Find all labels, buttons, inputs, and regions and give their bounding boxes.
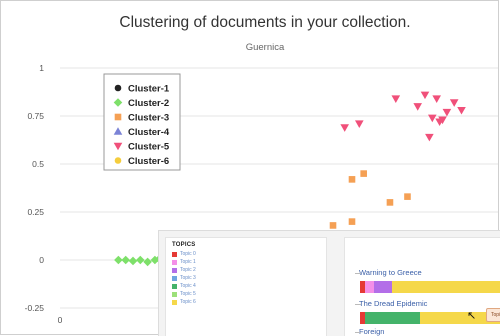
topic-label: Topic 4 xyxy=(180,283,196,289)
data-point xyxy=(348,176,356,183)
topic-segment[interactable] xyxy=(373,281,392,293)
topic-label: Topic 6 xyxy=(180,299,196,305)
document-rule xyxy=(355,304,361,305)
data-point xyxy=(391,95,401,104)
document-item[interactable]: Foreign xyxy=(355,327,384,336)
y-tick-label: -0.25 xyxy=(25,303,45,313)
topic-item[interactable]: Topic 1 xyxy=(172,258,320,266)
topic-item[interactable]: Topic 5 xyxy=(172,290,320,298)
document-title[interactable]: Foreign xyxy=(359,327,384,336)
data-point xyxy=(432,95,441,104)
document-rule xyxy=(355,273,361,274)
topic-label: Topic 0 xyxy=(180,251,196,257)
legend-item-label[interactable]: Cluster-1 xyxy=(128,84,170,95)
data-point xyxy=(457,106,466,115)
document-rule xyxy=(355,332,361,333)
legend-marker xyxy=(114,157,122,164)
topic-swatch xyxy=(172,259,177,265)
chart-legend[interactable]: Cluster-1 Cluster-2 Cluster-3 Cluster-4 Clus… xyxy=(103,73,181,171)
document-item[interactable]: Warning to Greece xyxy=(355,268,500,293)
topic-label: Topic 5 xyxy=(180,291,196,297)
topics-overlay: TOPICS Topic 0 Topic 1 Topic 2 Topic 3 Topic… xyxy=(158,230,500,336)
data-point xyxy=(348,218,356,225)
document-item[interactable]: The Dread Epidemic xyxy=(355,299,500,324)
topic-item[interactable]: Topic 4 xyxy=(172,282,320,290)
data-point xyxy=(121,255,130,265)
y-tick-label: 1 xyxy=(39,63,44,73)
topic-distribution-bar[interactable] xyxy=(360,281,500,293)
chart-subtitle: Guernica xyxy=(246,42,285,53)
y-tick-label: 0.25 xyxy=(27,207,44,217)
data-point xyxy=(360,170,367,177)
topic-label: Topic 1 xyxy=(180,259,196,265)
y-tick-label: 0.75 xyxy=(27,111,44,121)
y-tick-label: 0 xyxy=(39,255,44,265)
data-point xyxy=(404,193,411,200)
topic-distribution-bar[interactable] xyxy=(360,312,500,324)
data-point xyxy=(425,133,434,142)
topics-panel: TOPICS Topic 0 Topic 1 Topic 2 Topic 3 Topic… xyxy=(165,237,327,336)
x-tick-label: 0 xyxy=(58,315,63,325)
legend-marker xyxy=(114,84,122,92)
topic-segment[interactable] xyxy=(364,312,420,324)
data-point xyxy=(128,256,138,266)
topics-title: TOPICS xyxy=(172,242,196,248)
data-point xyxy=(449,99,459,107)
legend-item-label[interactable]: Cluster-5 xyxy=(128,142,170,153)
y-axis-ticks: 1 0.75 0.5 0.25 0 -0.25 xyxy=(25,63,45,313)
data-point xyxy=(386,199,394,206)
data-point xyxy=(428,114,437,123)
data-point xyxy=(355,120,364,128)
topic-swatch xyxy=(172,267,177,273)
legend-item-label[interactable]: Cluster-4 xyxy=(128,127,170,138)
document-title[interactable]: Warning to Greece xyxy=(359,268,422,277)
data-point xyxy=(329,222,337,229)
topic-segment[interactable] xyxy=(364,281,374,293)
topic-item[interactable]: Topic 0 xyxy=(172,250,320,258)
chart-title: Clustering of documents in your collecti… xyxy=(119,14,410,31)
document-title[interactable]: The Dread Epidemic xyxy=(359,299,427,308)
topic-item[interactable]: Topic 3 xyxy=(172,274,320,282)
topic-swatch xyxy=(172,291,177,297)
legend-item-label[interactable]: Cluster-3 xyxy=(128,113,169,124)
legend-item-label[interactable]: Cluster-6 xyxy=(128,156,169,167)
topic-segment[interactable] xyxy=(391,281,500,293)
data-point xyxy=(420,91,430,100)
documents-panel: Warning to Greece The Dread Epidemic Forei… xyxy=(344,237,500,336)
data-point xyxy=(413,103,422,111)
data-point xyxy=(136,255,145,265)
y-tick-label: 0.5 xyxy=(32,159,44,169)
legend-item-label[interactable]: Cluster-2 xyxy=(128,98,169,109)
topic-tooltip: Topic xyxy=(486,308,500,322)
topic-swatch xyxy=(172,283,177,289)
legend-marker xyxy=(114,113,122,121)
data-point xyxy=(340,124,349,132)
data-point xyxy=(442,108,452,117)
topic-swatch xyxy=(172,275,177,281)
topic-swatch xyxy=(172,299,177,305)
mouse-cursor-icon: ↖ xyxy=(467,310,477,322)
topic-item[interactable]: Topic 2 xyxy=(172,266,320,274)
topic-label: Topic 3 xyxy=(180,275,196,281)
topic-label: Topic 2 xyxy=(180,267,196,273)
topic-swatch xyxy=(172,251,177,257)
topic-list: Topic 0 Topic 1 Topic 2 Topic 3 Topic 4 Topic… xyxy=(172,250,320,306)
topic-item[interactable]: Topic 6 xyxy=(172,298,320,306)
data-point xyxy=(143,257,152,267)
